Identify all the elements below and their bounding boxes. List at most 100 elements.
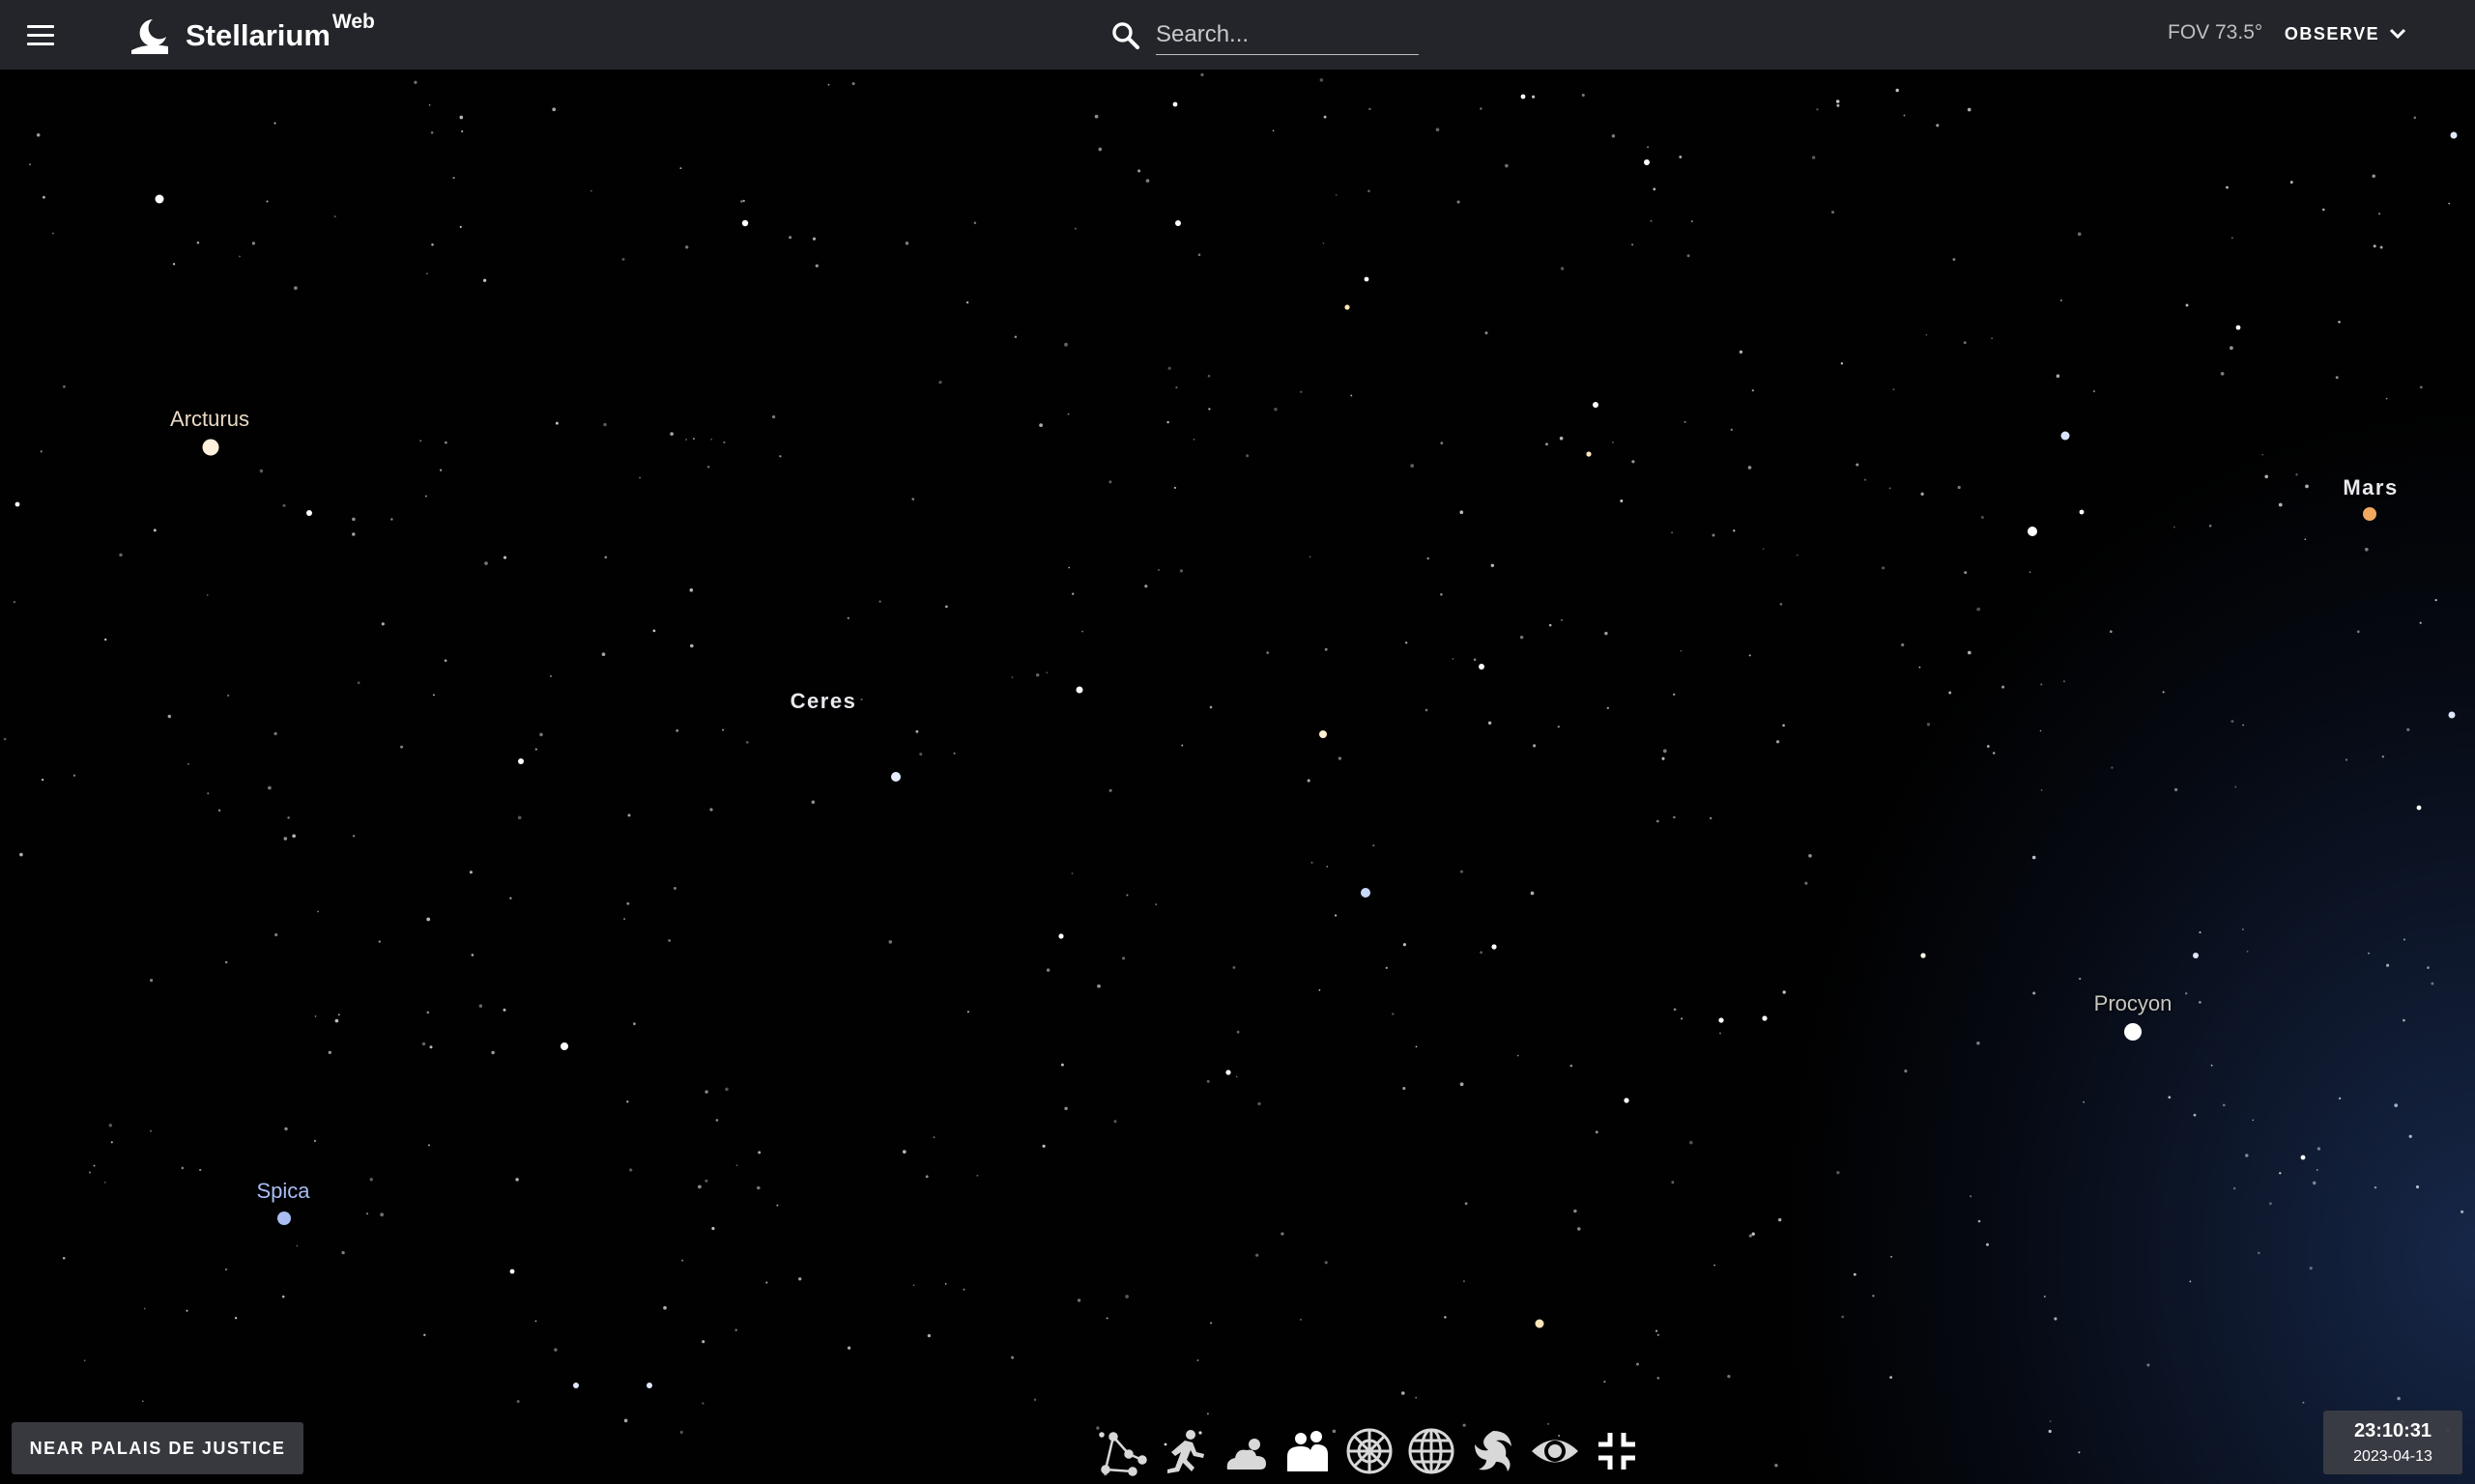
faint-star bbox=[1980, 516, 1984, 519]
bright-star bbox=[306, 510, 312, 516]
faint-star bbox=[1892, 388, 1895, 391]
faint-star bbox=[2245, 1154, 2249, 1157]
faint-star bbox=[482, 278, 487, 282]
faint-star bbox=[1727, 1374, 1731, 1379]
mars-planet bbox=[2363, 507, 2376, 521]
faint-star bbox=[1473, 658, 1477, 661]
faint-star bbox=[2338, 1097, 2342, 1100]
faint-star bbox=[1890, 1255, 1893, 1258]
faint-star bbox=[1775, 740, 1780, 744]
faint-star bbox=[1747, 466, 1752, 470]
planet-label-mars[interactable]: Mars bbox=[2343, 475, 2398, 500]
faint-star bbox=[2168, 1096, 2172, 1099]
faint-star bbox=[2078, 1451, 2081, 1454]
faint-star bbox=[2356, 630, 2360, 634]
atmosphere-button[interactable] bbox=[1218, 1423, 1274, 1479]
faint-star bbox=[268, 785, 272, 790]
faint-star bbox=[452, 177, 455, 180]
faint-star bbox=[1072, 592, 1075, 595]
faint-star bbox=[705, 1090, 708, 1094]
faint-star bbox=[72, 774, 76, 777]
faint-star bbox=[1840, 361, 1844, 365]
spica-star bbox=[277, 1212, 291, 1225]
faint-star bbox=[1573, 1209, 1577, 1213]
faint-star bbox=[1751, 388, 1754, 392]
faint-star bbox=[771, 414, 776, 419]
faint-star bbox=[1335, 193, 1338, 196]
star-label-spica[interactable]: Spica bbox=[256, 1179, 309, 1204]
faint-star bbox=[1957, 485, 1961, 490]
search-input[interactable] bbox=[1156, 15, 1419, 55]
faint-star bbox=[663, 1305, 667, 1310]
bright-star bbox=[1624, 1098, 1629, 1103]
app-logo[interactable]: Stellarium Web bbox=[128, 11, 375, 58]
faint-star bbox=[1081, 630, 1083, 633]
faint-star bbox=[445, 441, 447, 444]
fov-readout: FOV 73.5° bbox=[2168, 21, 2263, 43]
deep-sky-objects-button[interactable] bbox=[1465, 1423, 1521, 1479]
faint-star bbox=[1661, 756, 1665, 760]
constellation-art-button[interactable] bbox=[1156, 1423, 1212, 1479]
faint-star bbox=[224, 1268, 228, 1271]
faint-star bbox=[2379, 245, 2383, 249]
faint-star bbox=[905, 242, 909, 245]
faint-star bbox=[1435, 128, 1440, 132]
faint-star bbox=[1662, 749, 1667, 754]
faint-star bbox=[734, 1328, 738, 1332]
faint-star bbox=[2397, 1396, 2401, 1401]
faint-star bbox=[1459, 870, 1463, 873]
faint-star bbox=[2252, 1119, 2255, 1122]
faint-star bbox=[1415, 1045, 1418, 1048]
faint-star bbox=[2077, 232, 2082, 237]
datetime-button[interactable]: 23:10:31 2023-04-13 bbox=[2323, 1411, 2462, 1474]
faint-star bbox=[1125, 1295, 1129, 1298]
faint-star bbox=[1459, 1082, 1464, 1087]
faint-star bbox=[626, 1100, 629, 1103]
eye-icon bbox=[1532, 1440, 1578, 1463]
faint-star bbox=[1179, 569, 1184, 573]
faint-star bbox=[623, 1418, 628, 1423]
star-label-arcturus[interactable]: Arcturus bbox=[170, 407, 249, 432]
faint-star bbox=[1836, 103, 1840, 107]
faint-star bbox=[912, 1284, 915, 1287]
menu-button[interactable] bbox=[19, 15, 62, 54]
sky-view[interactable] bbox=[0, 0, 2475, 1484]
observe-button[interactable]: OBSERVE bbox=[2273, 12, 2418, 56]
night-mode-button[interactable] bbox=[1527, 1423, 1583, 1479]
faint-star bbox=[150, 979, 154, 983]
faint-star bbox=[103, 1181, 106, 1184]
faint-star bbox=[725, 1087, 729, 1092]
faint-star bbox=[2111, 766, 2114, 769]
faint-star bbox=[428, 103, 431, 106]
faint-star bbox=[296, 1244, 299, 1247]
faint-star bbox=[1319, 78, 1324, 82]
location-button[interactable]: NEAR PALAIS DE JUSTICE bbox=[12, 1422, 303, 1474]
faint-star bbox=[1748, 654, 1751, 657]
faint-star bbox=[1067, 413, 1070, 415]
faint-star bbox=[2386, 963, 2390, 967]
faint-star bbox=[1257, 1101, 1261, 1106]
equatorial-grid-button[interactable] bbox=[1403, 1423, 1459, 1479]
faint-star bbox=[1456, 200, 1460, 204]
bright-star bbox=[741, 219, 749, 227]
deep-sky-objects-icon bbox=[1475, 1431, 1511, 1471]
faint-star bbox=[2448, 202, 2451, 205]
faint-star bbox=[273, 731, 277, 736]
faint-star bbox=[40, 450, 43, 453]
object-label-ceres[interactable]: Ceres bbox=[791, 689, 857, 714]
constellation-lines-button[interactable] bbox=[1094, 1423, 1150, 1479]
bright-star bbox=[1361, 888, 1370, 898]
search-box[interactable] bbox=[1109, 14, 1424, 60]
azimuthal-grid-button[interactable] bbox=[1341, 1423, 1397, 1479]
constellation-lines-icon bbox=[1099, 1432, 1147, 1476]
fullscreen-button[interactable] bbox=[1589, 1423, 1645, 1479]
faint-star bbox=[41, 778, 44, 782]
faint-star bbox=[1323, 115, 1327, 119]
star-label-procyon[interactable]: Procyon bbox=[2094, 991, 2173, 1016]
faint-star bbox=[110, 1141, 113, 1144]
faint-star bbox=[965, 300, 969, 304]
faint-star bbox=[1274, 407, 1278, 412]
faint-star bbox=[1882, 566, 1885, 570]
faint-star bbox=[552, 107, 557, 112]
landscape-button[interactable] bbox=[1280, 1423, 1336, 1479]
